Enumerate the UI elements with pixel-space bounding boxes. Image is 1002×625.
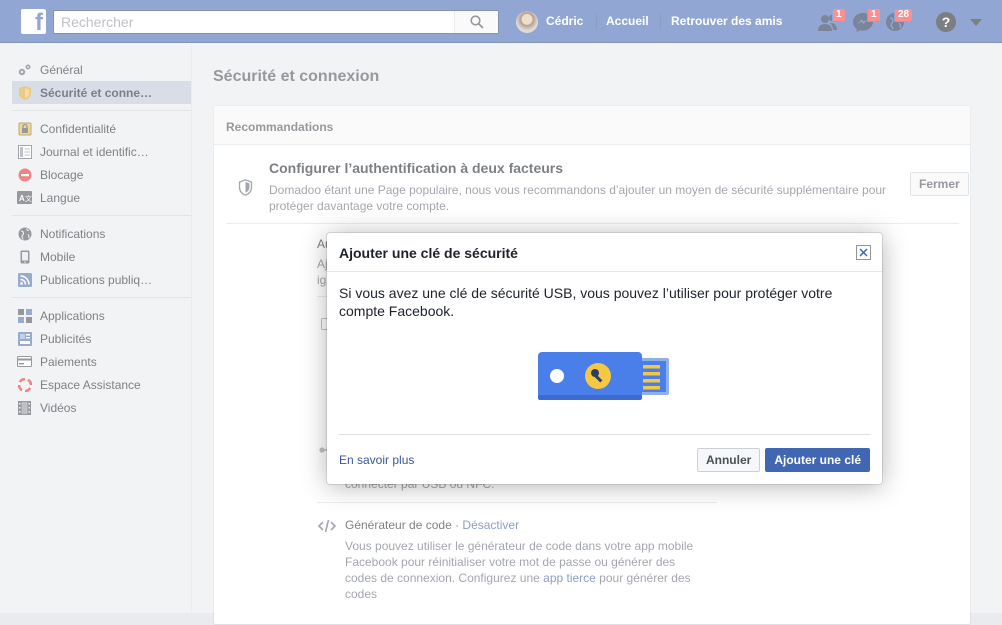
close-button[interactable]	[856, 245, 871, 260]
usb-security-key-illustration	[538, 352, 669, 400]
dialog-body: Si vous avez une clé de sécurité USB, vo…	[339, 285, 833, 319]
dialog-actions: Annuler Ajouter une clé	[696, 448, 870, 472]
cancel-button[interactable]: Annuler	[696, 448, 761, 472]
learn-more-link[interactable]: En savoir plus	[339, 453, 414, 467]
dialog-footer: En savoir plus Annuler Ajouter une clé	[339, 434, 870, 484]
dialog-title: Ajouter une clé de sécurité	[327, 233, 882, 272]
add-key-button[interactable]: Ajouter une clé	[765, 448, 870, 472]
close-icon	[859, 248, 868, 257]
add-security-key-dialog: Ajouter une clé de sécurité Si vous avez…	[327, 233, 882, 484]
